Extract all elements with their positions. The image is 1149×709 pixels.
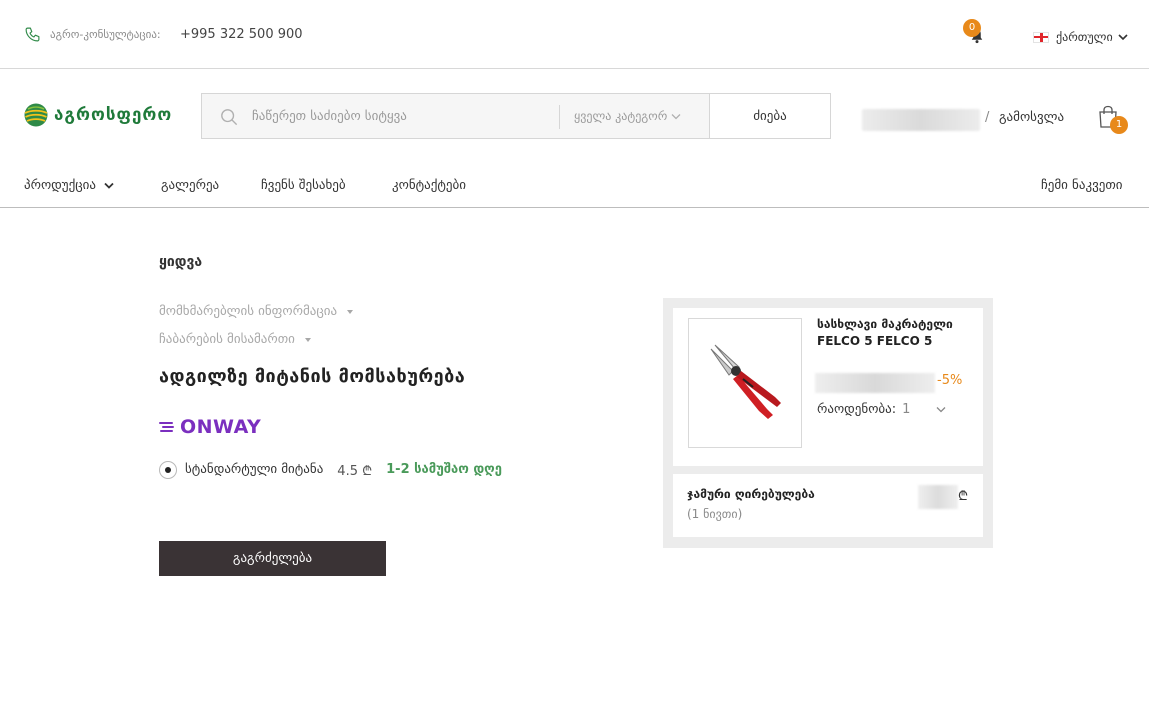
nav-item-contacts[interactable]: კონტაქტები xyxy=(392,178,466,193)
caret-down-icon xyxy=(347,309,354,314)
logout-link[interactable]: გამოსვლა xyxy=(999,110,1064,125)
nav-item-label: კონტაქტები xyxy=(392,178,466,193)
search-button[interactable]: ძიება xyxy=(709,93,831,139)
top-bar: აგრო-კონსულტაცია: +995 322 500 900 0 ქარ… xyxy=(0,0,1149,69)
nav-item-my-plot[interactable]: ჩემი ნაკვეთი xyxy=(1041,178,1122,193)
main-navigation: პროდუქცია გალერეა ჩვენს შესახებ კონტაქტე… xyxy=(0,165,1149,208)
quantity-value: 1 xyxy=(902,401,911,417)
total-item-count: (1 ნივთი) xyxy=(687,507,743,521)
phone-number[interactable]: +995 322 500 900 xyxy=(180,27,303,42)
step-label: ჩაბარების მისამართი xyxy=(159,332,295,347)
site-logo[interactable]: აგროსფერო xyxy=(24,103,172,127)
nav-item-products[interactable]: პროდუქცია xyxy=(24,178,114,193)
speed-lines-icon xyxy=(159,422,174,432)
cart-count-badge: 1 xyxy=(1110,116,1128,134)
shipping-radio[interactable] xyxy=(159,460,177,479)
order-total: ჯამური ღირებულება (1 ნივთი) ₾ xyxy=(673,474,983,537)
product-name[interactable]: სასხლავი მაკრატელი FELCO 5 FELCO 5 xyxy=(817,316,977,350)
language-selector[interactable]: ქართული xyxy=(1033,28,1128,46)
separator: / xyxy=(985,110,990,125)
currency-symbol: ₾ xyxy=(958,489,969,504)
quantity-select[interactable]: რაოდენობა: 1 xyxy=(817,400,946,418)
phone-icon xyxy=(25,27,40,42)
georgia-flag-icon xyxy=(1033,31,1049,43)
total-price-blurred xyxy=(918,485,958,509)
language-label: ქართული xyxy=(1056,30,1113,44)
product-image[interactable] xyxy=(688,318,802,448)
shipping-time: 1-2 სამუშაო დღე xyxy=(386,462,502,477)
pruning-shears-icon xyxy=(710,344,781,419)
product-price-blurred xyxy=(815,373,935,393)
shipping-option[interactable]: სტანდარტული მიტანა 4.5 ₾ 1-2 სამუშაო დღე xyxy=(159,459,502,480)
delivery-section-title: ადგილზე მიტანის მომსახურება xyxy=(159,366,466,387)
chevron-down-icon xyxy=(1118,34,1128,41)
continue-button[interactable]: გაგრძელება xyxy=(159,541,386,576)
courier-brand: ONWAY xyxy=(180,416,262,438)
total-label: ჯამური ღირებულება xyxy=(687,487,815,501)
nav-item-label: ჩვენს შესახებ xyxy=(261,178,346,193)
quantity-label: რაოდენობა: xyxy=(817,401,897,417)
nav-item-label: გალერეა xyxy=(161,178,220,193)
search-divider xyxy=(559,105,560,129)
chevron-down-icon xyxy=(936,406,946,412)
search-input[interactable] xyxy=(252,94,552,138)
logo-mark-icon xyxy=(24,103,48,127)
caret-down-icon xyxy=(304,337,311,342)
shipping-label: სტანდარტული მიტანა xyxy=(185,462,324,477)
onway-logo: ONWAY xyxy=(159,416,261,438)
logo-text: აგროსფერო xyxy=(54,105,173,125)
step-label: მომხმარებლის ინფორმაცია xyxy=(159,304,338,319)
step-customer-info[interactable]: მომხმარებლის ინფორმაცია xyxy=(159,304,354,319)
notification-badge: 0 xyxy=(963,19,981,37)
chevron-down-icon xyxy=(104,182,114,189)
nav-item-label: პროდუქცია xyxy=(24,178,97,193)
step-delivery-address[interactable]: ჩაბარების მისამართი xyxy=(159,332,311,347)
category-select[interactable]: ყველა კატეგორ xyxy=(574,94,709,138)
nav-item-gallery[interactable]: გალერეა xyxy=(161,178,219,193)
chevron-down-icon xyxy=(671,113,681,119)
page-title: ყიდვა xyxy=(159,254,203,270)
user-name-blurred[interactable] xyxy=(862,109,980,131)
nav-item-about[interactable]: ჩვენს შესახებ xyxy=(261,178,346,193)
shipping-price: 4.5 ₾ xyxy=(337,463,373,479)
order-summary: სასხლავი მაკრატელი FELCO 5 FELCO 5 -5% რ… xyxy=(663,298,993,548)
nav-item-label: ჩემი ნაკვეთი xyxy=(1041,178,1123,193)
consultation-label: აგრო-კონსულტაცია: xyxy=(50,28,161,41)
cart-item: სასხლავი მაკრატელი FELCO 5 FELCO 5 -5% რ… xyxy=(673,308,983,466)
search-bar: ყველა კატეგორ ძიება xyxy=(201,93,831,139)
search-icon xyxy=(221,109,238,126)
discount-badge: -5% xyxy=(937,373,963,388)
category-select-label: ყველა კატეგორ xyxy=(574,109,668,123)
